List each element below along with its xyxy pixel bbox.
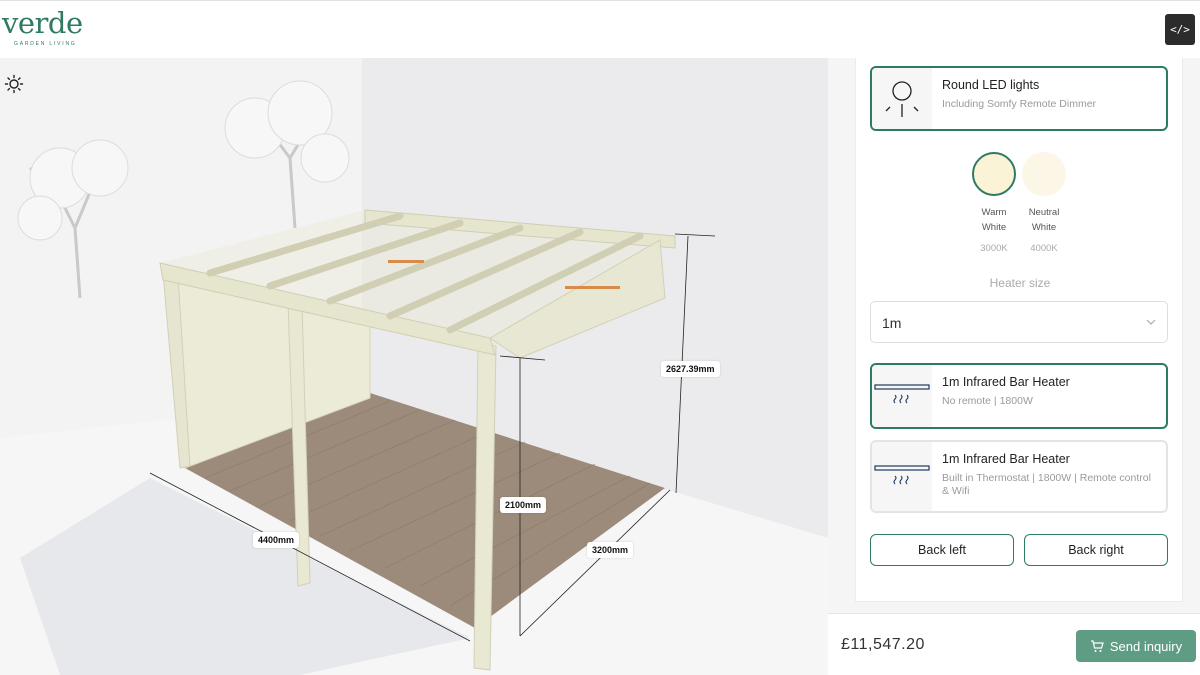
3d-viewport[interactable]: 4400mm 3200mm 2100mm 2627.39mm [0,58,828,675]
sun-icon [4,74,24,94]
dimension-depth: 3200mm [587,542,634,558]
logo-wordmark: verde [2,6,83,40]
brand-logo[interactable]: verde GARDEN LIVING [2,6,83,51]
swatch-neutral-white-kelvin: 4000K [1030,243,1058,254]
back-right-button[interactable]: Back right [1024,534,1168,566]
heater-icon [874,464,930,484]
configurator-panel: Round LED lights Including Somfy Remote … [828,58,1200,613]
swatch-neutral-white[interactable] [1022,152,1066,196]
option-card-heater-no-remote[interactable]: 1m Infrared Bar Heater No remote | 1800W [870,363,1168,429]
send-inquiry-label: Send inquiry [1109,638,1183,654]
heater-icon [874,384,930,404]
send-inquiry-button[interactable]: Send inquiry [1076,630,1196,662]
chevron-down-icon [1146,319,1156,325]
logo-tagline: GARDEN LIVING [14,41,77,47]
tree-left [17,139,129,299]
option-thumb [872,68,932,129]
heater-size-value: 1m [882,315,902,331]
lighting-toggle[interactable] [4,74,24,94]
option-title: 1m Infrared Bar Heater [942,375,1070,389]
swatch-warm-white[interactable] [972,152,1016,196]
option-subtitle: Built in Thermostat | 1800W | Remote con… [942,472,1151,498]
code-embed-button[interactable]: </> [1165,14,1195,45]
option-card-led-lights[interactable]: Round LED lights Including Somfy Remote … [870,66,1168,131]
swatch-neutral-white-label: Neutral White [1028,207,1060,233]
code-icon: </> [1170,23,1190,36]
tree-right [224,80,350,229]
heater-size-select[interactable]: 1m [870,301,1168,343]
dimension-height: 2100mm [500,497,547,513]
total-price: £11,547.20 [841,636,925,653]
dimension-max-height: 2627.39mm [661,361,720,377]
option-title: 1m Infrared Bar Heater [942,452,1070,466]
option-thumb [872,442,932,511]
back-left-button[interactable]: Back left [870,534,1014,566]
bulb-icon [885,80,919,117]
option-subtitle: Including Somfy Remote Dimmer [942,98,1097,110]
options-scroll[interactable]: Round LED lights Including Somfy Remote … [855,58,1183,602]
option-card-heater-thermostat[interactable]: 1m Infrared Bar Heater Built in Thermost… [870,440,1168,513]
dimension-width: 4400mm [253,532,300,548]
option-thumb [872,365,932,427]
heater-bar-2 [565,286,620,289]
top-header: verde GARDEN LIVING </> [0,0,1200,58]
heater-size-label: Heater size [989,276,1051,290]
heater-bar-1 [388,260,424,263]
checkout-footer: £11,547.20 Send inquiry [828,613,1200,675]
option-title: Round LED lights [942,78,1040,92]
option-subtitle: No remote | 1800W [942,395,1033,407]
cart-icon [1090,639,1104,652]
